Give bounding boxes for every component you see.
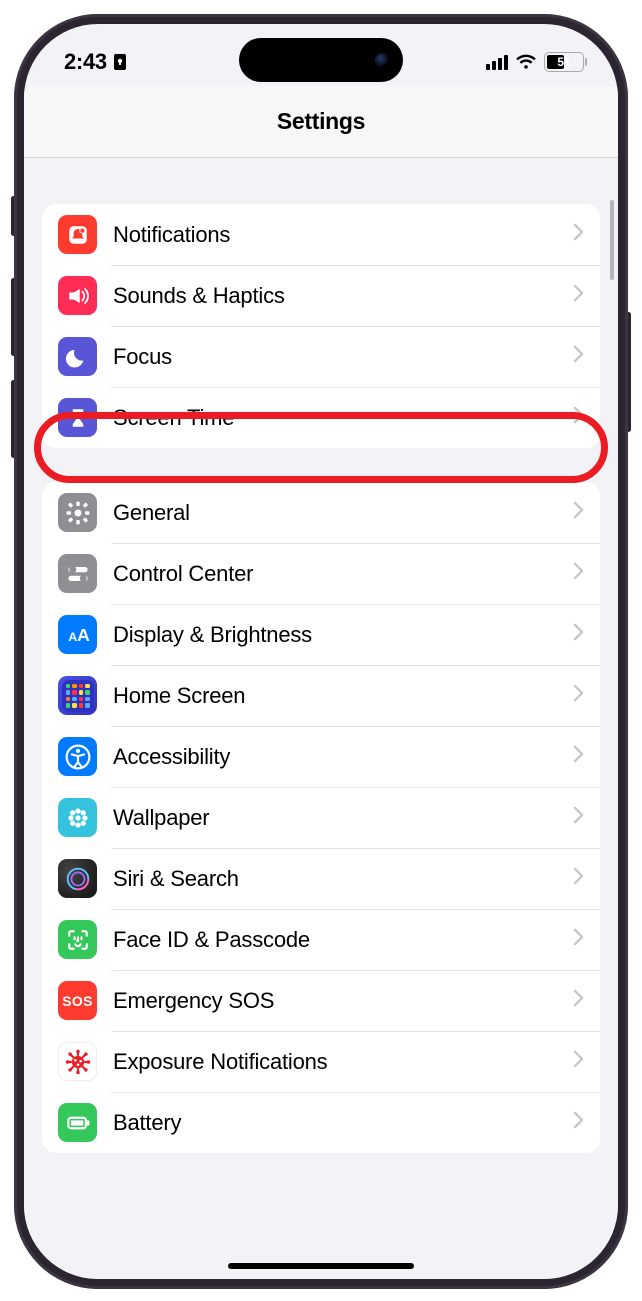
- phone-screen: 2:43 51 Settings Notifications Sounds & H…: [24, 24, 618, 1279]
- settings-row-exposure[interactable]: Exposure Notifications: [42, 1031, 600, 1092]
- row-label: Accessibility: [113, 744, 573, 770]
- settings-row-accessibility[interactable]: Accessibility: [42, 726, 600, 787]
- speaker-icon: [58, 276, 97, 315]
- row-label: Display & Brightness: [113, 622, 573, 648]
- chevron-right-icon: [573, 223, 584, 246]
- grid-icon: [58, 676, 97, 715]
- row-label: Notifications: [113, 222, 573, 248]
- chevron-right-icon: [573, 623, 584, 646]
- faceid-icon: [58, 920, 97, 959]
- nav-bar: Settings: [24, 86, 618, 158]
- switches-icon: [58, 554, 97, 593]
- battery-indicator: 51: [544, 52, 584, 72]
- wifi-icon: [515, 54, 537, 70]
- home-indicator[interactable]: [228, 1263, 414, 1269]
- row-label: Home Screen: [113, 683, 573, 709]
- covid-icon: [58, 1042, 97, 1081]
- battery-icon: [58, 1103, 97, 1142]
- dynamic-island[interactable]: [239, 38, 403, 82]
- chevron-right-icon: [573, 345, 584, 368]
- chevron-right-icon: [573, 284, 584, 307]
- chevron-right-icon: [573, 745, 584, 768]
- chevron-right-icon: [573, 501, 584, 524]
- settings-row-battery[interactable]: Battery: [42, 1092, 600, 1153]
- chevron-right-icon: [573, 684, 584, 707]
- textsize-icon: [58, 615, 97, 654]
- flower-icon: [58, 798, 97, 837]
- settings-row-faceid[interactable]: Face ID & Passcode: [42, 909, 600, 970]
- accessibility-icon: [58, 737, 97, 776]
- settings-row-screentime[interactable]: Screen Time: [42, 387, 600, 448]
- sos-icon: SOS: [58, 981, 97, 1020]
- row-label: Emergency SOS: [113, 988, 573, 1014]
- bell-badge-icon: [58, 215, 97, 254]
- settings-row-notifications[interactable]: Notifications: [42, 204, 600, 265]
- row-label: Focus: [113, 344, 573, 370]
- row-label: Sounds & Haptics: [113, 283, 573, 309]
- settings-row-general[interactable]: General: [42, 482, 600, 543]
- settings-group-attention: Notifications Sounds & Haptics Focus Screen…: [42, 204, 600, 448]
- status-indicators: 51: [486, 52, 584, 72]
- front-camera-icon: [375, 53, 389, 67]
- portrait-lock-icon: [113, 53, 127, 71]
- gear-icon: [58, 493, 97, 532]
- row-label: Exposure Notifications: [113, 1049, 573, 1075]
- settings-row-sounds[interactable]: Sounds & Haptics: [42, 265, 600, 326]
- chevron-right-icon: [573, 867, 584, 890]
- settings-row-sos[interactable]: SOS Emergency SOS: [42, 970, 600, 1031]
- chevron-right-icon: [573, 989, 584, 1012]
- row-label: Face ID & Passcode: [113, 927, 573, 953]
- hourglass-icon: [58, 398, 97, 437]
- chevron-right-icon: [573, 406, 584, 429]
- clock-text: 2:43: [64, 49, 107, 75]
- phone-frame: 2:43 51 Settings Notifications Sounds & H…: [14, 14, 628, 1289]
- page-title: Settings: [277, 108, 365, 135]
- battery-percent: 51: [545, 55, 583, 69]
- settings-row-wallpaper[interactable]: Wallpaper: [42, 787, 600, 848]
- chevron-right-icon: [573, 806, 584, 829]
- settings-row-display[interactable]: Display & Brightness: [42, 604, 600, 665]
- settings-content[interactable]: Notifications Sounds & Haptics Focus Screen…: [24, 158, 618, 1279]
- row-label: Screen Time: [113, 405, 573, 431]
- chevron-right-icon: [573, 562, 584, 585]
- status-time: 2:43: [64, 49, 127, 75]
- cellular-signal-icon: [486, 54, 508, 70]
- row-label: Control Center: [113, 561, 573, 587]
- settings-row-homescreen[interactable]: Home Screen: [42, 665, 600, 726]
- chevron-right-icon: [573, 1111, 584, 1134]
- row-label: Wallpaper: [113, 805, 573, 831]
- chevron-right-icon: [573, 1050, 584, 1073]
- settings-group-device: General Control Center Display & Brightnes…: [42, 482, 600, 1153]
- row-label: Siri & Search: [113, 866, 573, 892]
- chevron-right-icon: [573, 928, 584, 951]
- settings-row-controlcenter[interactable]: Control Center: [42, 543, 600, 604]
- moon-icon: [58, 337, 97, 376]
- row-label: General: [113, 500, 573, 526]
- siri-icon: [58, 859, 97, 898]
- row-label: Battery: [113, 1110, 573, 1136]
- settings-row-focus[interactable]: Focus: [42, 326, 600, 387]
- settings-row-siri[interactable]: Siri & Search: [42, 848, 600, 909]
